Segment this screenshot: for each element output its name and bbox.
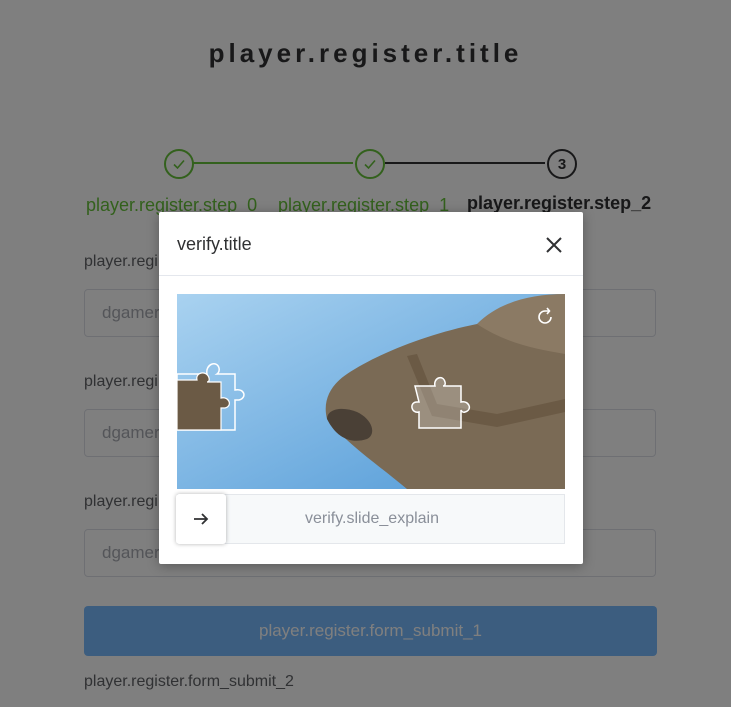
dialog-title: verify.title: [177, 234, 252, 254]
slide-explain-text: verify.slide_explain: [305, 510, 439, 527]
slider-handle[interactable]: [176, 494, 226, 544]
slider-track[interactable]: verify.slide_explain: [177, 494, 565, 544]
arrow-right-icon: [194, 513, 209, 525]
dialog-header: verify.title: [159, 212, 583, 276]
captcha-image: [177, 294, 565, 489]
close-icon[interactable]: [542, 233, 566, 257]
refresh-icon[interactable]: [534, 306, 556, 328]
verify-dialog: verify.title verify.slide_explain: [159, 212, 583, 564]
